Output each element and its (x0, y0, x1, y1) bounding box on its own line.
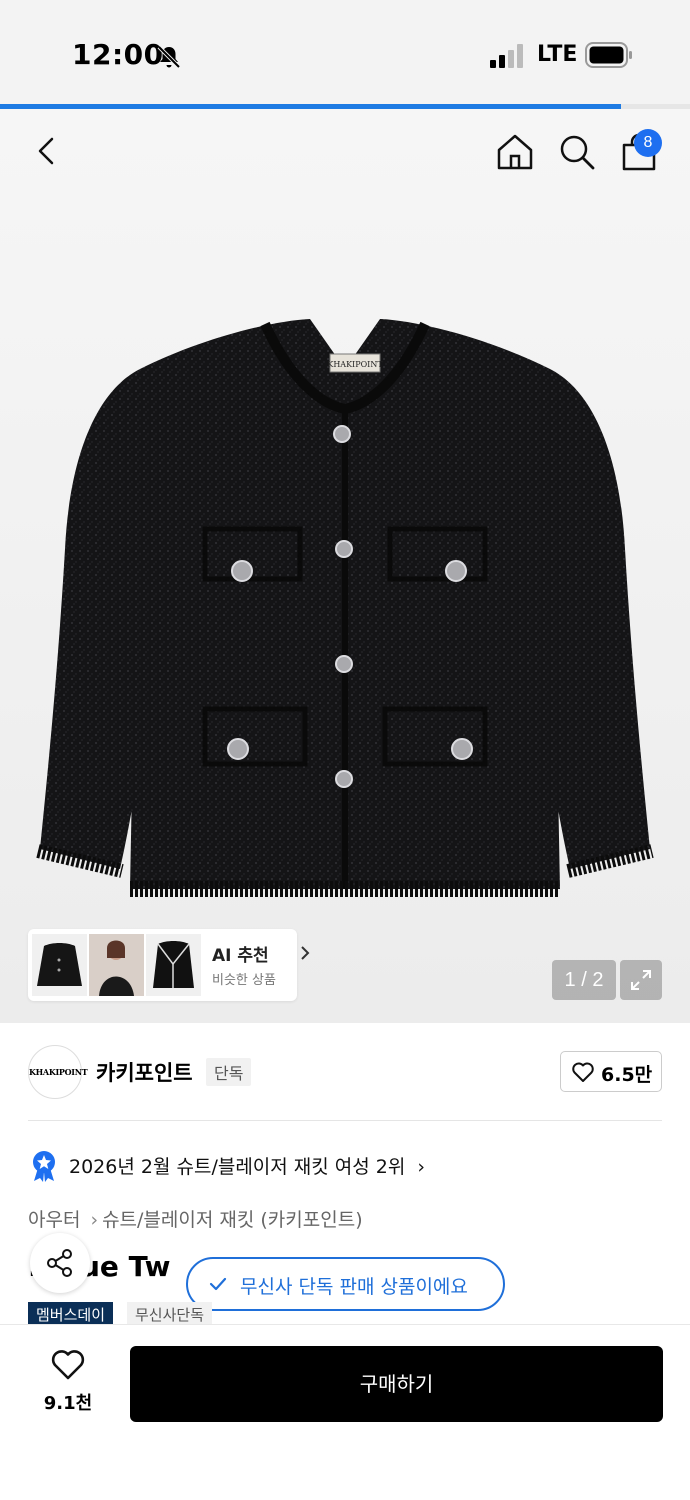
network-type: LTE (537, 42, 578, 67)
bell-muted-icon (157, 45, 181, 69)
ai-recommendation-title: AI 추천 (212, 946, 269, 966)
ai-thumb-3 (146, 934, 201, 996)
toast-text: 무신사 단독 판매 상품이에요 (240, 1276, 468, 1298)
cellular-signal-icon (490, 44, 523, 68)
gallery-page-indicator: 1 / 2 (552, 960, 616, 1000)
buy-button[interactable]: 구매하기 (130, 1346, 663, 1422)
cart-count-badge: 8 (634, 129, 662, 157)
divider (28, 1120, 662, 1121)
search-icon[interactable] (556, 131, 598, 173)
status-time: 12:00 (72, 38, 164, 71)
heart-icon[interactable] (50, 1349, 86, 1381)
breadcrumb-subcategory[interactable]: 슈트/블레이저 재킷 (카키포인트) (102, 1209, 363, 1231)
share-icon (47, 1249, 72, 1277)
brand-exclusive-tag: 단독 (206, 1058, 252, 1086)
product-image-gallery[interactable]: 8 KHAKIPOINT AI 추천 비슷한 상품 1 / 2 (0, 109, 690, 1023)
jacket-label-text: KHAKIPOINT (327, 360, 383, 369)
brand-like-button[interactable]: 6.5만 (560, 1051, 662, 1092)
ai-thumb-2 (89, 934, 144, 996)
bottom-action-bar: 9.1천 구매하기 (0, 1324, 690, 1500)
wishlist-count: 9.1천 (43, 1393, 93, 1414)
ranking-badge-icon (33, 1151, 55, 1182)
home-icon[interactable] (494, 131, 536, 173)
brand-like-count: 6.5만 (601, 1064, 653, 1086)
check-icon (209, 1277, 227, 1291)
ai-thumb-1 (32, 934, 87, 996)
chevron-right-icon: › (417, 1156, 426, 1178)
exclusive-toast: 무신사 단독 판매 상품이에요 (186, 1257, 505, 1311)
chevron-right-icon (301, 946, 310, 960)
battery-icon (585, 42, 632, 68)
breadcrumb: 아우터 › 슈트/블레이저 재킷 (카키포인트) (28, 1205, 367, 1232)
back-icon[interactable] (30, 133, 66, 169)
brand-logo[interactable]: KHAKIPOINT (28, 1045, 88, 1099)
ai-recommendation-card[interactable]: AI 추천 비슷한 상품 (28, 929, 310, 1001)
expand-image-button[interactable] (620, 960, 662, 1000)
chevron-right-icon: › (90, 1209, 99, 1231)
ai-recommendation-subtitle: 비슷한 상품 (212, 973, 276, 988)
expand-icon (631, 970, 651, 990)
ranking-text: 2026년 2월 슈트/블레이저 재킷 여성 2위 (69, 1156, 406, 1178)
share-button[interactable] (30, 1233, 90, 1293)
breadcrumb-category[interactable]: 아우터 (28, 1209, 80, 1231)
heart-icon (572, 1062, 594, 1082)
brand-name[interactable]: 카키포인트 (96, 1057, 193, 1087)
ranking-link[interactable]: 2026년 2월 슈트/블레이저 재킷 여성 2위 › (69, 1152, 425, 1179)
product-image: KHAKIPOINT (36, 319, 654, 897)
status-bar: 12:00 LTE (0, 0, 690, 104)
